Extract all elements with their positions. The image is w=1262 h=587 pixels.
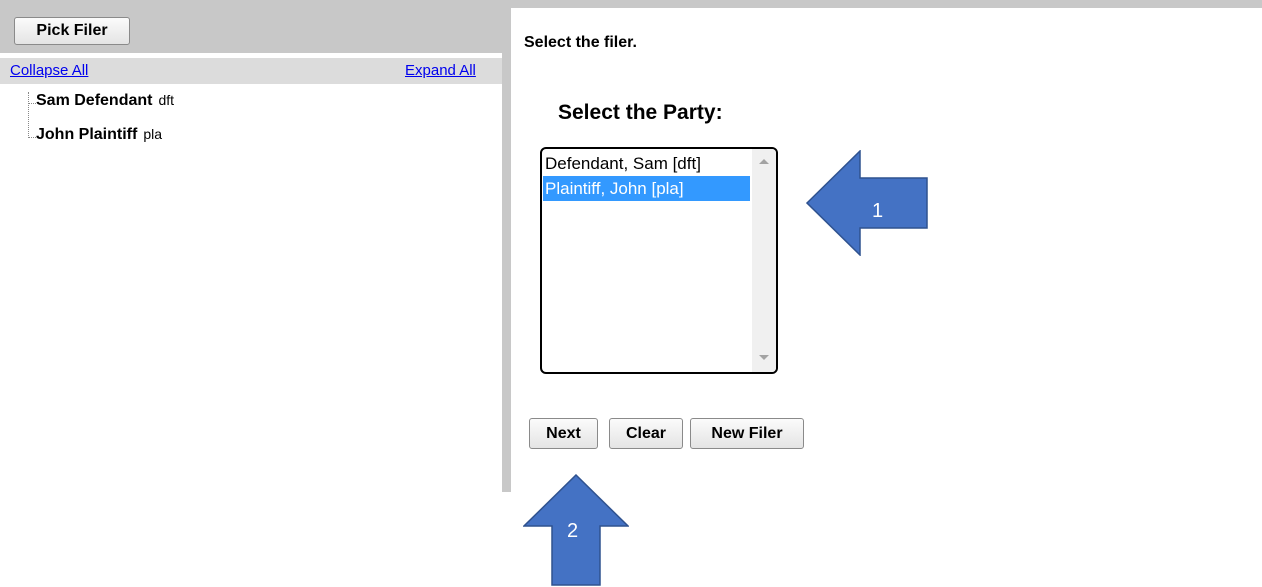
tree-item-name: Sam Defendant xyxy=(36,92,153,109)
tree-connector-branch xyxy=(28,137,36,138)
new-filer-button[interactable]: New Filer xyxy=(690,418,804,449)
scroll-down-arrow-icon[interactable] xyxy=(759,355,769,360)
tree-item-role: dft xyxy=(158,92,175,108)
expand-all-link[interactable]: Expand All xyxy=(405,62,476,79)
tree-item-sam-defendant[interactable]: Sam Defendant dft xyxy=(36,92,174,114)
next-button[interactable]: Next xyxy=(529,418,598,449)
annotation-arrow-left-icon xyxy=(806,150,928,256)
pick-filer-button[interactable]: Pick Filer xyxy=(14,17,130,45)
scroll-up-arrow-icon[interactable] xyxy=(759,159,769,164)
filer-tree-pane: Pick Filer Collapse All Expand All Sam D… xyxy=(0,0,502,587)
clear-button[interactable]: Clear xyxy=(609,418,683,449)
party-option-plaintiff[interactable]: Plaintiff, John [pla] xyxy=(543,176,750,201)
tree-item-john-plaintiff[interactable]: John Plaintiff pla xyxy=(36,126,162,148)
tree-connector-line xyxy=(28,92,29,138)
tree-item-role: pla xyxy=(143,126,163,142)
party-select-list[interactable]: Defendant, Sam [dft] Plaintiff, John [pl… xyxy=(540,147,778,374)
party-heading: Select the Party: xyxy=(558,101,723,124)
tree-connector-branch xyxy=(28,103,36,104)
pane-divider[interactable] xyxy=(502,8,511,492)
collapse-all-link[interactable]: Collapse All xyxy=(10,62,88,79)
instruction-text: Select the filer. xyxy=(524,34,637,51)
party-option-defendant[interactable]: Defendant, Sam [dft] xyxy=(543,151,750,176)
tree-item-name: John Plaintiff xyxy=(36,126,138,143)
listbox-scrollbar[interactable] xyxy=(752,149,776,372)
annotation-label-1: 1 xyxy=(872,200,884,222)
annotation-label-2: 2 xyxy=(567,520,579,542)
